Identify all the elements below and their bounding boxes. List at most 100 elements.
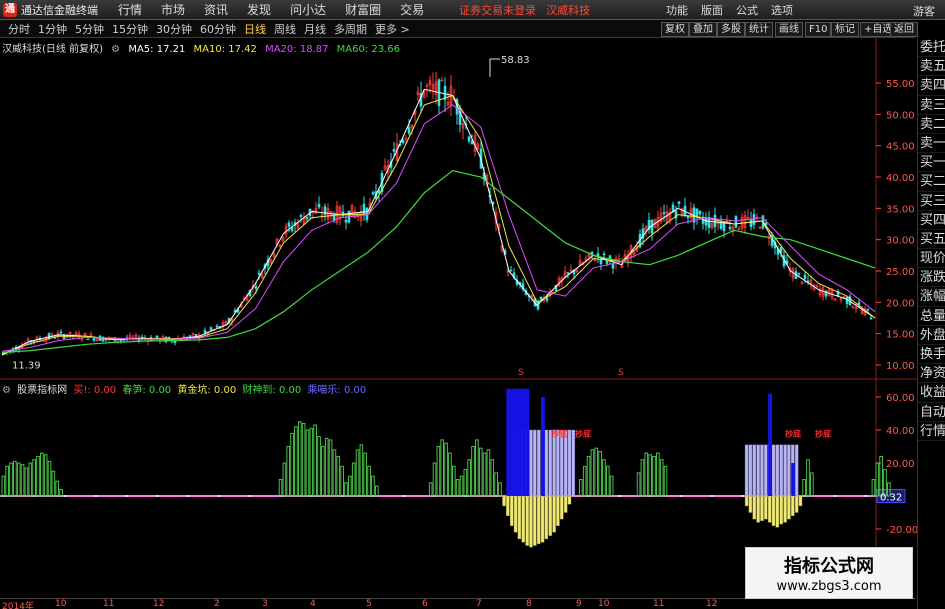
- yellow-bar: [567, 495, 572, 505]
- menu-item-trade[interactable]: 交易: [400, 1, 424, 18]
- purple-bar: [771, 444, 776, 497]
- draw-line-button[interactable]: 画线: [775, 22, 803, 37]
- green-bar: [602, 459, 606, 497]
- menu-item-layout[interactable]: 版面: [701, 2, 723, 18]
- zero-dot: [94, 495, 98, 497]
- green-bar: [43, 454, 48, 497]
- chart-area[interactable]: 55.00 50.00 45.00 40.00 35.00 30.00 25.00 20.00…: [0, 38, 917, 598]
- green-bar: [871, 479, 876, 497]
- side-item-14[interactable]: 总量: [918, 307, 945, 326]
- period-60min[interactable]: 60分钟: [200, 21, 236, 37]
- menu-item-functions[interactable]: 功能: [666, 2, 688, 18]
- side-item-4[interactable]: 卖二: [918, 115, 945, 134]
- zero-dot: [186, 495, 190, 497]
- mark-button[interactable]: 标记: [831, 22, 859, 37]
- side-item-11[interactable]: 现价: [918, 249, 945, 269]
- f10-button[interactable]: F10: [805, 22, 832, 37]
- legend-buy: 买!: 0.00: [73, 385, 117, 396]
- chart-settings-icon[interactable]: ⚙: [111, 44, 120, 55]
- side-item-20[interactable]: 行情: [918, 422, 945, 441]
- side-item-2[interactable]: 卖四: [918, 76, 945, 96]
- side-item-5[interactable]: 卖一: [918, 134, 945, 154]
- green-bar: [663, 465, 668, 497]
- side-item-19[interactable]: 自动: [918, 403, 945, 422]
- yellow-bar: [552, 495, 556, 533]
- green-bar: [344, 482, 348, 497]
- period-15min[interactable]: 15分钟: [112, 21, 148, 37]
- side-item-6[interactable]: 买一: [918, 153, 945, 173]
- back-button[interactable]: 返回: [890, 22, 918, 37]
- candle-body: [719, 222, 723, 229]
- adjust-button[interactable]: 复权: [661, 22, 689, 37]
- period-daily[interactable]: 日线: [244, 21, 266, 37]
- purple-bar: [775, 444, 780, 497]
- menu-item-options[interactable]: 选项: [771, 2, 793, 18]
- candlestick-series: [2, 58, 873, 356]
- indicator-settings-icon[interactable]: ⚙: [2, 385, 11, 396]
- side-item-8[interactable]: 买三: [918, 192, 945, 211]
- green-bar: [428, 482, 433, 497]
- indicator-name[interactable]: 股票指标网: [17, 385, 67, 396]
- ma10-label: MA10: 17.42: [193, 44, 257, 55]
- sell-signal-mark: S: [518, 368, 524, 378]
- side-item-12[interactable]: 涨跌: [918, 268, 945, 288]
- statistics-button[interactable]: 统计: [745, 22, 773, 37]
- date-tick: 2014年: [2, 602, 34, 609]
- multi-stock-button[interactable]: 多股: [717, 22, 745, 37]
- menu-item-ask[interactable]: 问小达: [290, 1, 326, 18]
- blue-bar: [521, 388, 526, 496]
- blue-bar: [791, 463, 796, 496]
- price-tick-label: 20.00: [886, 298, 915, 309]
- overlay-button[interactable]: 叠加: [689, 22, 717, 37]
- yellow-bar: [517, 495, 522, 540]
- side-item-13[interactable]: 涨幅: [918, 287, 945, 307]
- blue-bar: [768, 393, 772, 496]
- yellow-bar: [775, 495, 780, 528]
- green-bar: [475, 439, 479, 497]
- menu-item-market-quotes[interactable]: 行情: [118, 1, 142, 18]
- side-item-10[interactable]: 买五: [918, 230, 945, 250]
- green-bar: [301, 422, 306, 497]
- period-more[interactable]: 更多 >: [375, 21, 410, 37]
- green-bar: [478, 447, 483, 497]
- side-item-1[interactable]: 卖五: [918, 57, 945, 77]
- period-intraday[interactable]: 分时: [8, 21, 30, 37]
- side-item-7[interactable]: 买二: [918, 172, 945, 192]
- legend-golden-pit: 黄金坑: 0.00: [177, 385, 237, 396]
- chart-title: 汉威科技(日线 前复权): [2, 44, 103, 55]
- period-multi[interactable]: 多周期: [334, 21, 367, 37]
- menu-item-news[interactable]: 资讯: [204, 1, 228, 18]
- menu-item-discover[interactable]: 发现: [247, 1, 271, 18]
- side-item-9[interactable]: 买四: [918, 211, 945, 230]
- candle-body: [566, 272, 570, 274]
- side-item-3[interactable]: 卖三: [918, 96, 945, 115]
- period-monthly[interactable]: 月线: [304, 21, 326, 37]
- guest-label[interactable]: 游客: [913, 3, 935, 19]
- bottom-fishing-label: 抄底: [551, 429, 567, 439]
- side-item-15[interactable]: 外盘: [918, 326, 945, 345]
- side-item-17[interactable]: 净资: [918, 364, 945, 384]
- candle-body: [539, 296, 543, 300]
- side-item-16[interactable]: 换手: [918, 345, 945, 365]
- menu-item-wealth-circle[interactable]: 财富圈: [345, 1, 381, 18]
- green-bar: [590, 449, 595, 497]
- menu-item-formula[interactable]: 公式: [736, 2, 758, 18]
- blue-bar: [514, 388, 518, 496]
- period-1min[interactable]: 1分钟: [38, 21, 67, 37]
- menu-item-market[interactable]: 市场: [161, 1, 185, 18]
- green-bar: [298, 421, 302, 497]
- period-5min[interactable]: 5分钟: [75, 21, 104, 37]
- date-axis: 2014年 10 11 12 2 3 4 5 6 7 8 9 10 11 12: [0, 598, 915, 609]
- candle-body: [392, 149, 396, 152]
- purple-bar: [571, 429, 576, 497]
- yellow-bar: [748, 495, 753, 513]
- price-tick-label: 50.00: [886, 110, 915, 121]
- period-30min[interactable]: 30分钟: [156, 21, 192, 37]
- side-item-18[interactable]: 收益: [918, 383, 945, 403]
- main-chart-grid: [0, 38, 917, 598]
- period-weekly[interactable]: 周线: [274, 21, 296, 37]
- side-item-0[interactable]: 委托: [918, 38, 945, 58]
- green-bar: [55, 480, 60, 497]
- login-notice[interactable]: 证券交易未登录: [459, 2, 536, 18]
- purple-bar: [760, 444, 764, 497]
